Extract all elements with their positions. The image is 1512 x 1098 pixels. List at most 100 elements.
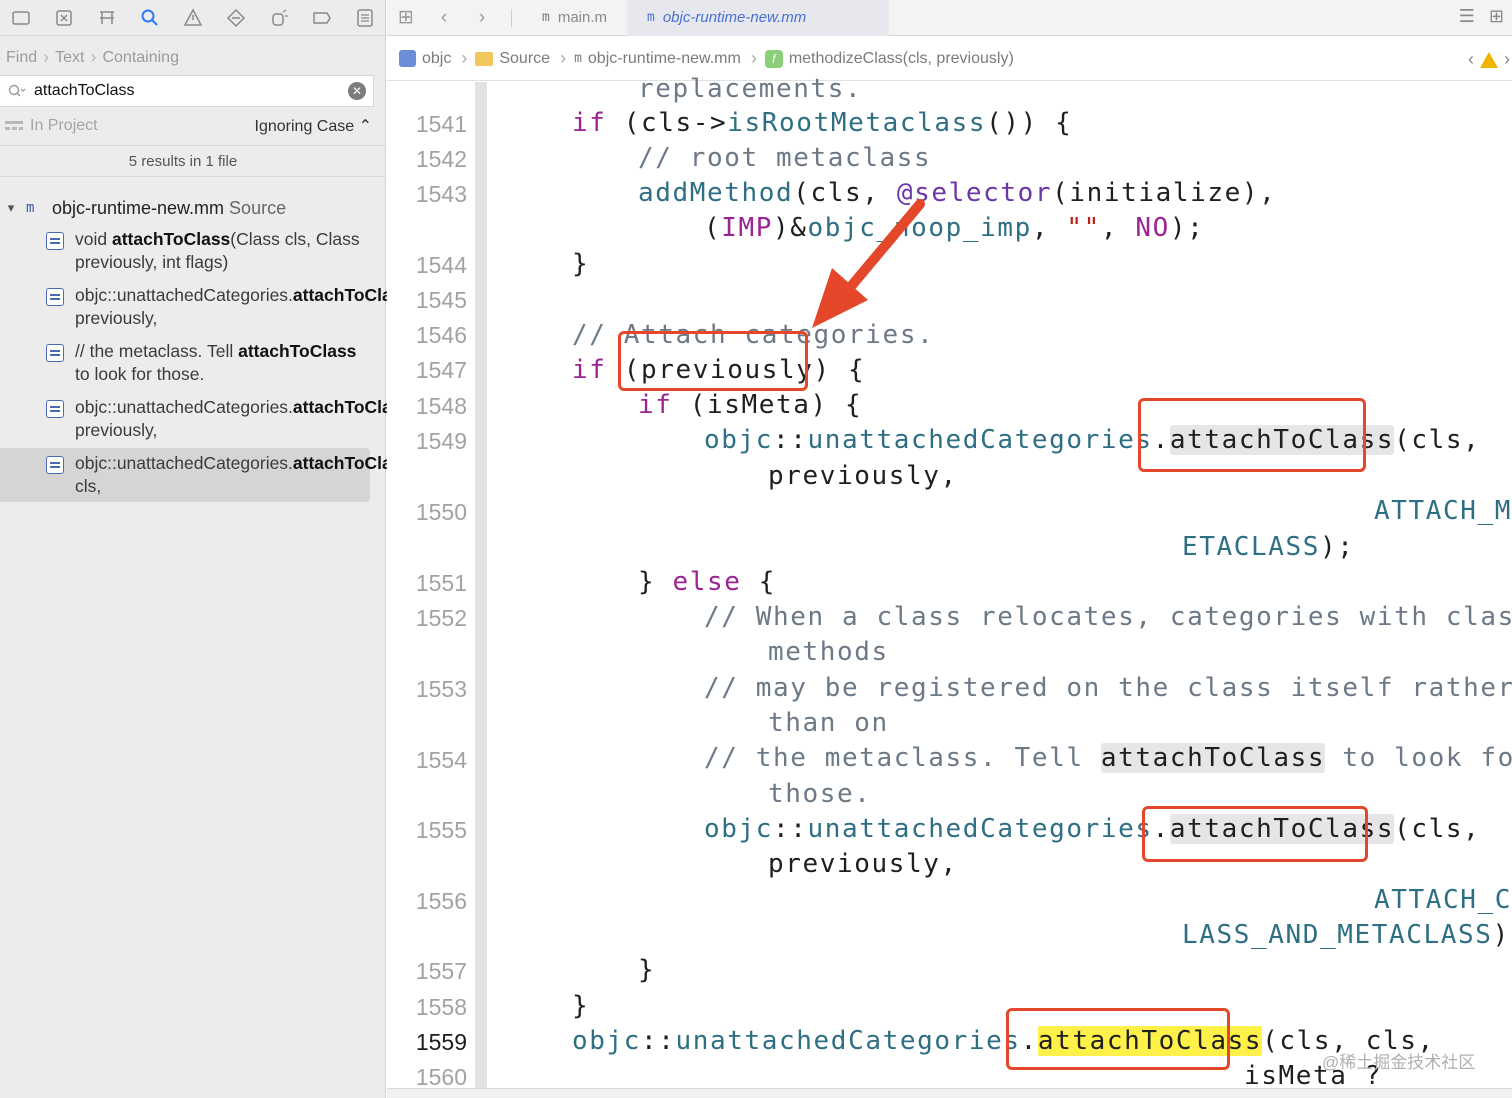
breakpoint-icon[interactable] — [300, 0, 343, 36]
result-prefix: objc::unattachedCategories. — [75, 397, 293, 417]
line-number: 1556 — [415, 888, 467, 914]
editor-options-icon[interactable]: ☰ — [1459, 6, 1475, 27]
result-prefix: void — [75, 229, 112, 249]
code-line-1556-cont[interactable]: LASS_AND_METACLASS); — [1182, 920, 1512, 950]
code-line-1541[interactable]: if (cls->isRootMetaclass()) { — [572, 108, 1072, 138]
code-line-1554[interactable]: // the metaclass. Tell attachToClass to … — [704, 743, 1512, 773]
line-number: 1553 — [415, 676, 467, 702]
chevron-right-icon: › — [90, 47, 97, 67]
search-result-selected[interactable]: objc::unattachedCategories.attachToClass… — [0, 448, 443, 502]
tab-objc-runtime-new[interactable]: m objc-runtime-new.mm — [627, 0, 890, 36]
search-result[interactable]: objc::unattachedCategories.attachToClass… — [40, 284, 443, 330]
code-line-1554-cont[interactable]: those. — [768, 779, 872, 809]
code-line-1555-cont[interactable]: previously, — [768, 849, 958, 879]
divider — [511, 8, 512, 27]
code-line-1553-cont[interactable]: than on — [768, 708, 889, 738]
find-path-find[interactable]: Find — [6, 49, 37, 67]
breadcrumb-label: Source — [499, 49, 551, 67]
code-line-1551[interactable]: } else { — [638, 567, 776, 597]
line-number: 1550 — [415, 499, 467, 525]
objc-file-icon: m — [647, 10, 655, 25]
breadcrumb-function[interactable]: f methodizeClass(cls, previously) — [764, 49, 1014, 68]
back-arrow-icon[interactable]: ‹ — [425, 7, 463, 29]
line-number: 1558 — [415, 994, 467, 1020]
add-editor-icon[interactable]: ⊞ — [1489, 6, 1504, 27]
result-file-folder: Source — [229, 197, 287, 218]
line-number: 1546 — [415, 322, 467, 348]
document-icon — [46, 456, 64, 474]
objc-file-icon: m — [26, 200, 35, 216]
find-path-text[interactable]: Text — [55, 49, 84, 67]
search-icon[interactable] — [129, 0, 172, 36]
clear-search-icon[interactable]: ✕ — [348, 82, 366, 100]
folder-icon[interactable] — [0, 0, 43, 36]
next-issue-icon[interactable]: › — [1504, 49, 1510, 70]
code-line-1552-cont[interactable]: methods — [768, 637, 889, 667]
code-line-1558[interactable]: } — [572, 991, 589, 1021]
code-line-1549-cont[interactable]: previously, — [768, 461, 958, 491]
code-line-1543-cont[interactable]: (IMP)&objc_noop_imp, "", NO); — [704, 213, 1204, 243]
find-path-containing[interactable]: Containing — [102, 49, 179, 67]
result-suffix: to look for those. — [75, 364, 205, 384]
search-result[interactable]: // the metaclass. Tell attachToClass to … — [40, 340, 370, 386]
search-result[interactable]: void attachToClass(Class cls, Class prev… — [40, 228, 370, 274]
search-result[interactable]: objc::unattachedCategories.attachToClass… — [40, 396, 443, 442]
code-line-1553[interactable]: // may be registered on the class itself… — [704, 673, 1512, 703]
line-number: 1552 — [415, 605, 467, 631]
tab-main-m[interactable]: m main.m — [522, 0, 627, 36]
test-icon[interactable] — [214, 0, 257, 36]
code-line[interactable]: replacements. — [638, 74, 862, 104]
document-icon — [46, 232, 64, 250]
result-file-group[interactable]: ▾ m objc-runtime-new.mm Source — [0, 194, 386, 222]
issue-navigation: ‹ › — [1468, 49, 1510, 70]
warning-icon[interactable] — [1480, 51, 1498, 68]
case-sensitivity-popup[interactable]: Ignoring Case ⌃ — [255, 116, 372, 136]
debug-icon[interactable] — [257, 0, 300, 36]
warning-icon[interactable] — [172, 0, 215, 36]
line-number: 1547 — [415, 357, 467, 383]
code-line-1550-cont[interactable]: ETACLASS); — [1182, 532, 1355, 562]
find-mode-path[interactable]: Find › Text › Containing — [6, 47, 179, 68]
report-icon[interactable] — [343, 0, 386, 36]
document-icon — [46, 344, 64, 362]
code-line-1556[interactable]: ATTACH_C — [1374, 885, 1512, 915]
result-match: attachToClass — [111, 229, 231, 249]
breadcrumb-file[interactable]: m objc-runtime-new.mm › — [574, 48, 757, 69]
code-line-1544[interactable]: } — [572, 249, 589, 279]
search-input[interactable] — [34, 77, 348, 105]
previous-issue-icon[interactable]: ‹ — [1468, 49, 1474, 70]
line-number: 1542 — [415, 146, 467, 172]
result-prefix: // the metaclass. Tell — [75, 341, 239, 361]
forward-arrow-icon[interactable]: › — [463, 7, 501, 29]
search-scope[interactable]: In Project — [0, 117, 98, 135]
source-control-icon[interactable] — [43, 0, 86, 36]
code-line-1548[interactable]: if (isMeta) { — [638, 390, 862, 420]
breadcrumb-folder[interactable]: Source › — [475, 48, 566, 69]
annotation-box-attach-2 — [1142, 806, 1368, 862]
code-line-1552[interactable]: // When a class relocates, categories wi… — [704, 602, 1512, 632]
code-line-1557[interactable]: } — [638, 955, 655, 985]
document-icon — [46, 288, 64, 306]
search-field[interactable]: ✕ — [0, 75, 374, 107]
code-line-1542[interactable]: // root metaclass — [638, 143, 931, 173]
objc-file-icon: m — [542, 10, 550, 25]
breadcrumb-label: objc — [422, 49, 452, 67]
chevron-down-icon[interactable]: ▾ — [0, 200, 22, 216]
code-line-1550[interactable]: ATTACH_M — [1374, 496, 1512, 526]
search-icon[interactable] — [0, 76, 34, 106]
line-number: 1549 — [415, 428, 467, 454]
editor-options: ☰ ⊞ — [1459, 6, 1504, 27]
code-line-1559[interactable]: objc::unattachedCategories.attachToClass… — [572, 1026, 1435, 1056]
code-folding-ribbon[interactable] — [475, 82, 487, 1088]
result-match: attachToClass — [238, 341, 357, 361]
find-navigator: Find › Text › Containing ✕ In Project Ig… — [0, 0, 443, 1098]
annotation-box-attach-3 — [1006, 1008, 1230, 1070]
hierarchy-icon[interactable] — [86, 0, 129, 36]
grid-icon[interactable]: ⊞ — [387, 6, 425, 29]
breadcrumb-project[interactable]: objc › — [399, 48, 467, 69]
code-line-1543[interactable]: addMethod(cls, @selector(initialize), — [638, 178, 1276, 208]
line-number: 1544 — [415, 252, 467, 278]
search-scope-label: In Project — [30, 117, 98, 134]
line-number: 1545 — [415, 287, 467, 313]
line-number: 1551 — [415, 570, 467, 596]
